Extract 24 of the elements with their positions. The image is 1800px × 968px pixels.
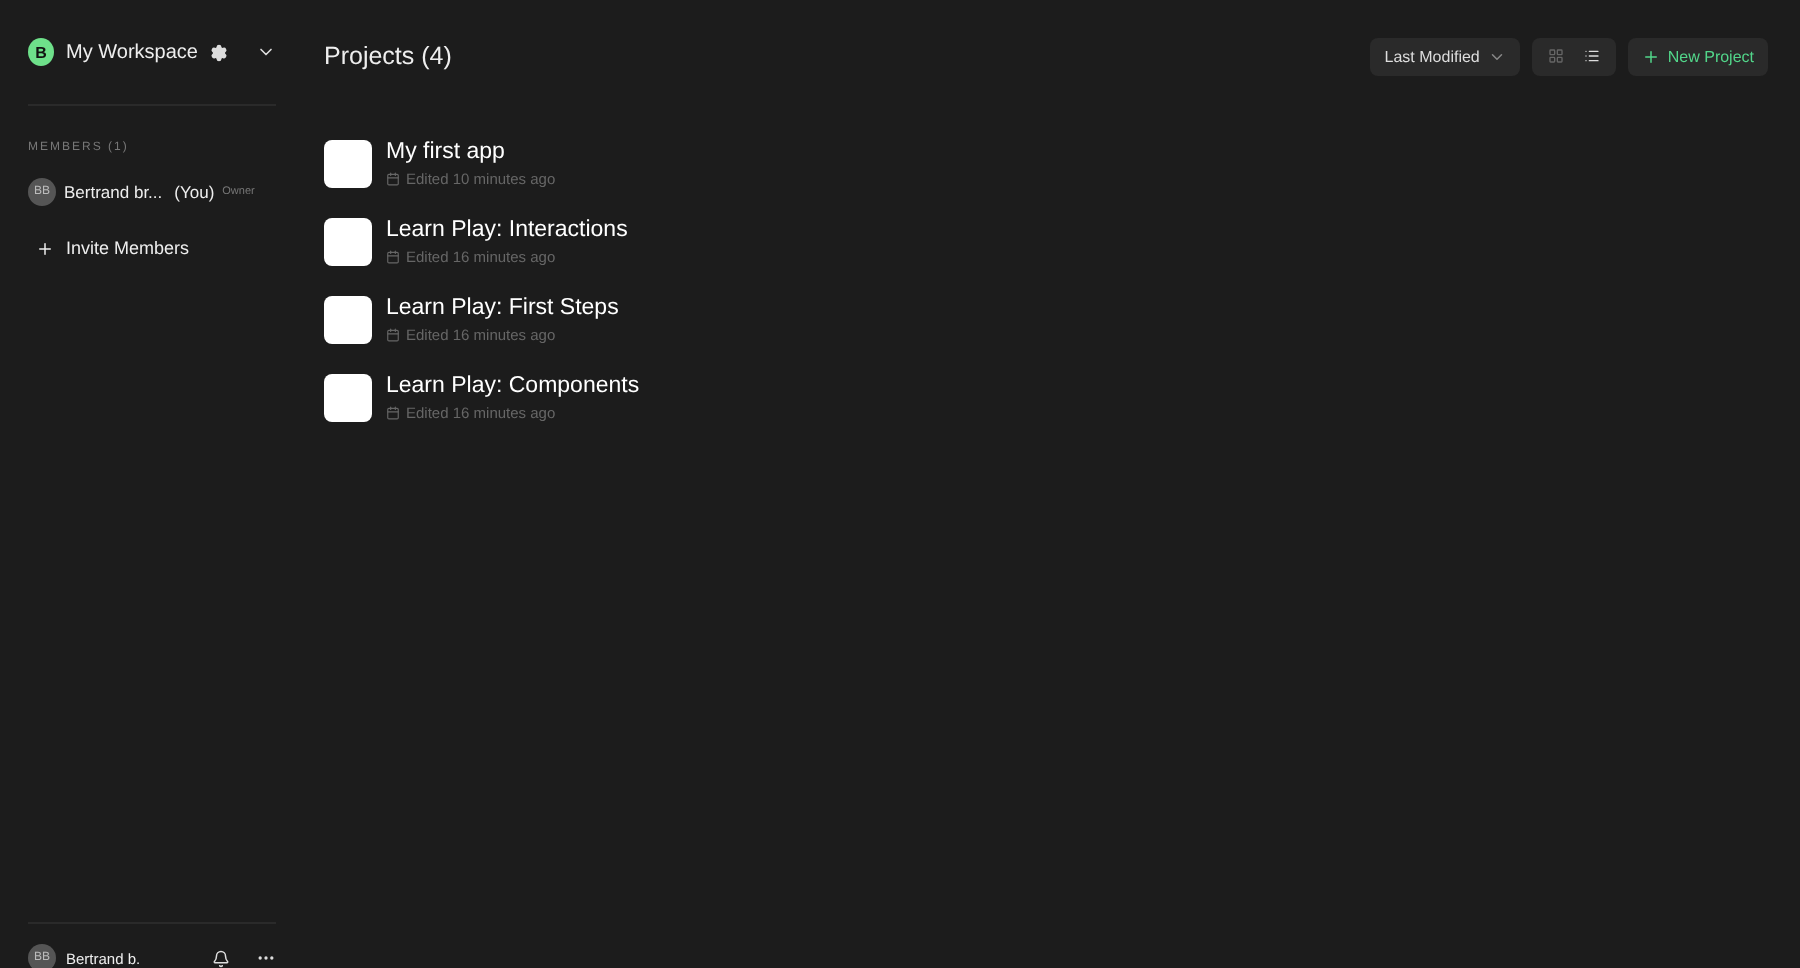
calendar-icon <box>386 406 400 420</box>
you-label: (You) <box>174 182 215 202</box>
project-thumbnail[interactable] <box>324 218 372 266</box>
project-name[interactable]: Learn Play: First Steps <box>386 296 619 320</box>
bell-icon[interactable] <box>212 949 230 967</box>
workspace-avatar: B <box>28 38 55 66</box>
plus-icon <box>1641 47 1660 65</box>
workspace-name: My Workspace <box>66 41 198 63</box>
project-thumbnail[interactable] <box>324 374 372 422</box>
calendar-icon <box>386 172 400 186</box>
calendar-icon <box>386 328 400 342</box>
invite-members-button[interactable]: Invite Members <box>28 230 276 266</box>
project-thumbnail[interactable] <box>324 296 372 344</box>
calendar-icon <box>386 250 400 264</box>
project-name[interactable]: Learn Play: Interactions <box>386 218 628 242</box>
new-project-button[interactable]: New Project <box>1627 37 1768 75</box>
project-name[interactable]: My first app <box>386 140 556 164</box>
member-name: Bertrand br... <box>64 182 163 202</box>
project-thumbnail[interactable] <box>324 140 372 188</box>
page-title: Projects (4) <box>324 42 454 70</box>
plus-icon <box>36 239 54 257</box>
settings-icon[interactable] <box>210 43 228 61</box>
sort-dropdown[interactable]: Last Modified <box>1370 37 1520 75</box>
project-name[interactable]: Learn Play: Components <box>386 374 640 398</box>
